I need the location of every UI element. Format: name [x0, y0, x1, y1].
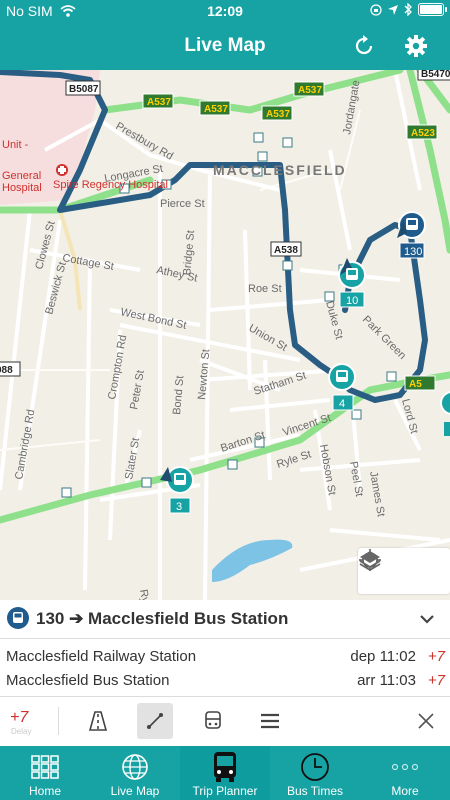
svg-text:Roe St: Roe St — [248, 283, 282, 295]
settings-button[interactable] — [402, 32, 430, 60]
map-tools — [358, 548, 450, 594]
svg-text:Hospital: Hospital — [2, 182, 42, 194]
more-icon — [391, 763, 419, 771]
svg-text:Spire Regency Hospital: Spire Regency Hospital — [53, 179, 168, 191]
divider — [58, 707, 59, 735]
layers-button[interactable] — [359, 548, 450, 594]
stop-time: dep 11:02 — [350, 648, 416, 665]
stop-delay: +7 — [427, 648, 445, 665]
location-arrow-icon — [388, 4, 398, 15]
bus-icon — [13, 612, 23, 623]
svg-text:A5: A5 — [409, 379, 422, 390]
layers-icon — [359, 551, 381, 572]
bus-marker-4[interactable]: 4 — [328, 363, 356, 411]
town-label: MACCLESFIELD — [213, 162, 347, 178]
stop-row[interactable]: Macclesfield Bus Station arr 11:03 +7 — [0, 669, 450, 693]
road-icon — [88, 711, 108, 731]
svg-text:General: General — [2, 170, 41, 182]
rotation-lock-icon — [370, 3, 382, 16]
stop-name: Macclesfield Railway Station — [6, 648, 197, 665]
svg-text:A537: A537 — [266, 109, 290, 120]
delay-badge: +7 Delay — [10, 709, 32, 736]
route-toolbar: +7 Delay — [0, 696, 450, 747]
grid-icon — [31, 755, 59, 779]
stop-row[interactable]: Macclesfield Railway Station dep 11:02 +… — [0, 645, 450, 669]
battery-icon — [418, 3, 447, 16]
tab-more[interactable]: More — [360, 746, 450, 800]
svg-text:4: 4 — [339, 398, 345, 410]
svg-text:B5087: B5087 — [69, 84, 99, 95]
bus-marker-130[interactable]: 130 — [397, 211, 426, 259]
live-map-icon — [122, 754, 148, 780]
bus-view-button[interactable] — [195, 703, 231, 739]
tab-live-map[interactable]: Live Map — [90, 746, 180, 800]
hospital-icon — [56, 164, 68, 176]
live-map[interactable]: A537 A537 A537 A537 A523 A5 B5087 B5470 … — [0, 70, 450, 600]
tab-label: Bus Times — [286, 784, 343, 798]
svg-text:A537: A537 — [298, 85, 322, 96]
close-icon — [418, 713, 434, 729]
stop-name: Macclesfield Bus Station — [6, 672, 170, 689]
collapse-panel-button[interactable] — [418, 610, 436, 633]
svg-text:A537: A537 — [147, 97, 171, 108]
svg-text:A523: A523 — [411, 128, 435, 139]
route-line-icon — [147, 713, 163, 729]
tab-bus-times[interactable]: Bus Times — [270, 746, 360, 800]
clock-icon — [301, 753, 329, 781]
bus-marker-10[interactable]: 10 — [338, 258, 366, 308]
stop-delay: +7 — [427, 672, 445, 689]
svg-text:Unit -: Unit - — [2, 139, 29, 151]
header: Live Map — [0, 22, 450, 70]
route-panel: 130 ➔ Macclesfield Bus Station Macclesfi… — [0, 600, 450, 746]
svg-text:Pierce St: Pierce St — [160, 198, 205, 210]
tab-home[interactable]: Home — [0, 746, 90, 800]
bus-icon — [205, 711, 221, 729]
svg-text:088: 088 — [0, 365, 13, 376]
tab-label: Trip Planner — [192, 784, 258, 798]
close-panel-button[interactable] — [408, 703, 444, 739]
bus-route-badge — [7, 607, 29, 629]
bluetooth-icon — [404, 3, 412, 16]
svg-text:B5470: B5470 — [421, 70, 450, 80]
svg-text:A538: A538 — [274, 245, 298, 256]
tab-trip-planner[interactable]: Trip Planner — [180, 746, 270, 800]
tab-label: Live Map — [110, 784, 160, 798]
map-canvas[interactable]: A537 A537 A537 A537 A523 A5 B5087 B5470 … — [0, 70, 450, 600]
route-line-button[interactable] — [137, 703, 173, 739]
svg-text:3: 3 — [176, 501, 182, 513]
road-view-button[interactable] — [80, 703, 116, 739]
refresh-button[interactable] — [350, 32, 378, 60]
svg-text:130: 130 — [404, 246, 422, 258]
tab-label: More — [391, 784, 419, 798]
hamburger-icon — [261, 713, 279, 729]
gear-icon — [405, 35, 427, 57]
refresh-icon — [355, 35, 373, 55]
route-destination: 130 ➔ Macclesfield Bus Station — [36, 609, 289, 628]
svg-text:A537: A537 — [204, 104, 228, 115]
chevron-down-icon — [420, 615, 434, 624]
list-button[interactable] — [252, 703, 288, 739]
status-icons — [370, 3, 447, 16]
status-bar: No SIM 12:09 — [0, 0, 450, 22]
page-title: Live Map — [184, 35, 266, 56]
tab-bar: Home Live Map Trip Planner Bus Times Mor… — [0, 746, 450, 800]
stop-time: arr 11:03 — [357, 672, 416, 689]
route-header[interactable]: 130 ➔ Macclesfield Bus Station — [0, 600, 450, 639]
svg-text:10: 10 — [346, 295, 358, 307]
bus-front-icon — [214, 752, 236, 782]
tab-label: Home — [28, 784, 61, 798]
